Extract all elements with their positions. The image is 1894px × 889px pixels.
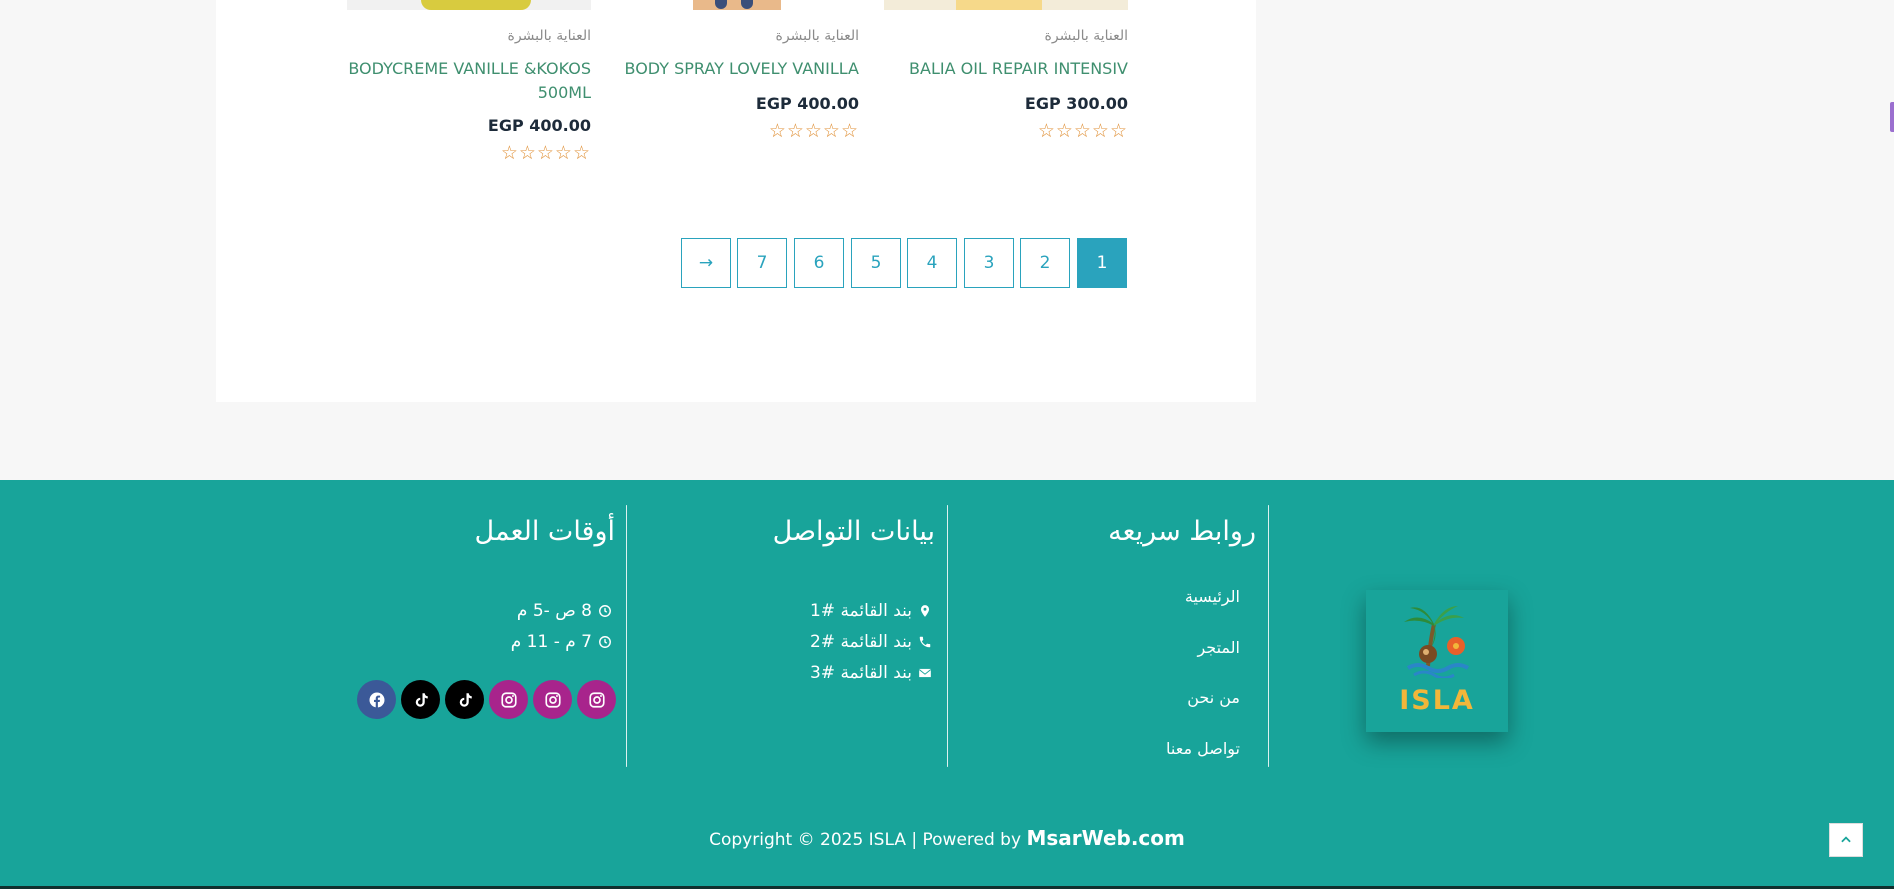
star-rating: ☆☆☆☆☆ [768,120,859,142]
copyright: Copyright © 2025 ISLA | Powered by MsarW… [0,826,1894,850]
footer-link-home[interactable]: الرئيسية [1185,587,1240,606]
clock-icon [599,636,611,648]
product-image[interactable] [693,0,781,10]
working-hours-title: أوقات العمل [474,516,615,547]
scroll-to-top-button[interactable] [1829,823,1863,857]
footer-link-contact[interactable]: تواصل معنا [1166,739,1240,758]
product-price: EGP 300.00 [1024,94,1128,113]
page-button-6[interactable]: 6 [794,238,844,288]
contact-item: بند القائمة #3 [810,663,932,683]
tiktok-icon[interactable] [445,680,484,719]
footer-divider [947,505,948,767]
facebook-icon[interactable] [357,680,396,719]
contact-item: بند القائمة #1 [810,601,932,621]
product-title[interactable]: BALIA OIL REPAIR INTENSIV [884,57,1128,81]
footer-divider [1268,505,1269,767]
instagram-icon[interactable] [489,680,528,719]
copyright-text: Copyright © 2025 ISLA | Powered by [709,830,1027,850]
contact-text: بند القائمة #1 [809,601,912,621]
logo-text: ISLA [1399,685,1475,716]
quick-links-title: روابط سريعه [1108,516,1256,547]
instagram-icon[interactable] [577,680,616,719]
star-rating: ☆☆☆☆☆ [1037,120,1128,142]
tiktok-icon[interactable] [401,680,440,719]
hours-item: 7 م - 11 م [511,632,612,652]
powered-by-link[interactable]: MsarWeb.com [1026,826,1184,850]
product-image[interactable] [884,0,1128,10]
footer-link-about[interactable]: من نحن [1187,688,1240,707]
hours-item: 8 ص -5 م [517,601,612,621]
footer-link-shop[interactable]: المتجر [1197,638,1240,657]
page-button-3[interactable]: 3 [964,238,1014,288]
page-button-1[interactable]: 1 [1077,238,1127,288]
product-price: EGP 400.00 [487,116,591,135]
contact-text: بند القائمة #2 [809,632,912,652]
clock-icon [599,605,611,617]
page-button-5[interactable]: 5 [851,238,901,288]
side-edge-tab[interactable] [1890,102,1894,132]
product-title[interactable]: BODY SPRAY LOVELY VANILLA [615,57,859,81]
product-title[interactable]: BODYCREME VANILLE &KOKOS 500ML [347,57,591,105]
contact-title: بيانات التواصل [772,516,935,547]
palm-tree-logo-icon [1404,606,1470,678]
site-footer: روابط سريعه الرئيسية المتجر من نحن تواصل… [0,480,1894,889]
hours-text: 8 ص -5 م [516,601,592,621]
product-category[interactable]: العناية بالبشرة [508,28,591,44]
map-marker-icon [920,605,930,617]
footer-divider [626,505,627,767]
pagination: 1 2 3 4 5 6 7 → [0,238,1894,288]
product-price: EGP 400.00 [755,94,859,113]
page-button-2[interactable]: 2 [1020,238,1070,288]
product-category[interactable]: العناية بالبشرة [776,28,859,44]
envelope-icon [919,668,931,678]
product-category[interactable]: العناية بالبشرة [1045,28,1128,44]
contact-item: بند القائمة #2 [810,632,932,652]
instagram-icon[interactable] [533,680,572,719]
contact-text: بند القائمة #3 [809,663,912,683]
hours-text: 7 م - 11 م [510,632,592,652]
next-page-button[interactable]: → [681,238,731,288]
star-rating: ☆☆☆☆☆ [500,142,591,164]
chevron-up-icon [1841,836,1851,843]
page-button-7[interactable]: 7 [737,238,787,288]
phone-icon [919,636,931,648]
page-button-4[interactable]: 4 [907,238,957,288]
product-image[interactable] [347,0,591,10]
site-logo[interactable]: ISLA [1366,590,1508,732]
